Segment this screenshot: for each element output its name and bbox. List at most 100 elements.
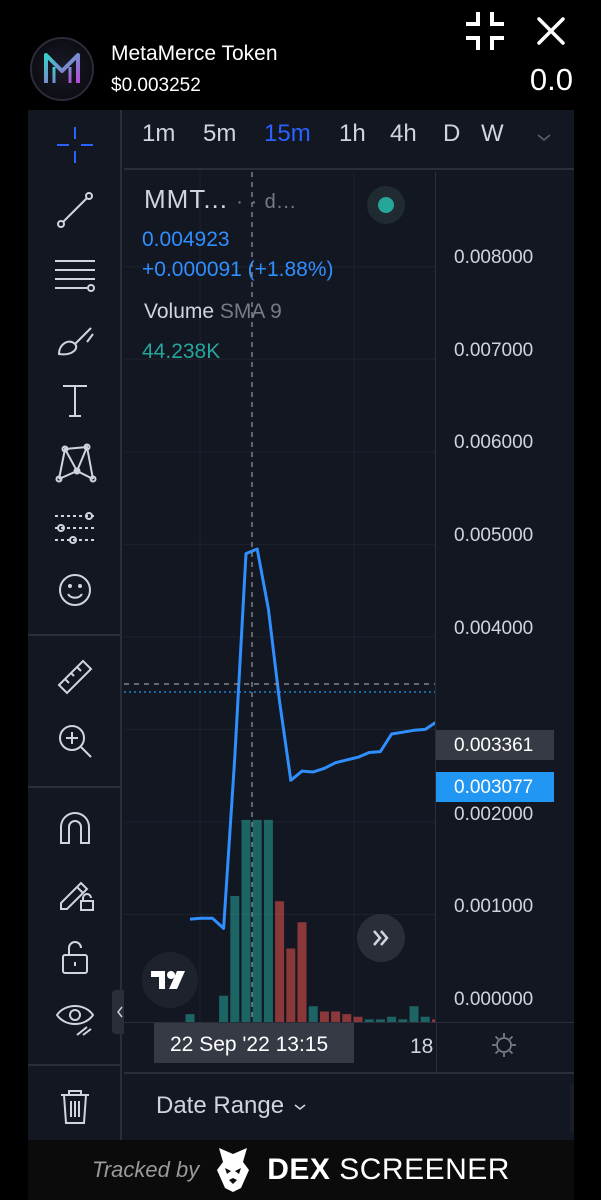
volume-bar [319,1011,329,1022]
chart-widget: 1m 5m 15m 1h 4h D W MMT... · · d... 0.00… [28,110,574,1140]
volume-bar [252,819,262,1022]
collapse-icon [466,12,504,50]
pattern-tool[interactable] [50,438,100,488]
tradingview-logo[interactable] [142,952,198,1008]
header-value: 0.0 [529,62,573,97]
last-price-label: 0.003077 [436,772,554,802]
price-tick: 0.000000 [454,989,534,1010]
market-status-indicator[interactable] [367,186,405,224]
volume-legend: Volume SMA 9 [144,300,282,324]
chart-area: 1m 5m 15m 1h 4h D W MMT... · · d... 0.00… [124,110,574,1140]
symbol-name: MMT... [144,184,228,214]
volume-bar [308,1006,318,1022]
toolbar-divider [28,786,122,788]
brand-bold: DEX [267,1153,331,1186]
interval-1m[interactable]: 1m [142,120,175,148]
chevron-down-icon [537,134,551,141]
horizontal-lines-icon [55,260,95,292]
volume-bar [286,948,296,1022]
ruler-icon [57,659,93,695]
interval-4h[interactable]: 4h [390,120,417,148]
volume-bar [219,995,229,1022]
dexscreener-logo-icon [217,1148,250,1192]
drawing-toolbar [28,110,122,1140]
symbol-suffix: · · d... [236,191,297,213]
price-tick: 0.001000 [454,896,534,917]
date-range-button[interactable]: Date Range [156,1092,309,1120]
lock-drawing-tool[interactable] [50,868,100,918]
brush-icon [57,327,94,356]
legend-price: 0.004923 [142,228,230,251]
pattern-icon [55,443,97,483]
hide-tool[interactable] [50,994,100,1044]
fib-tool[interactable] [50,250,100,300]
scrollbar[interactable] [570,1084,574,1132]
volume-bar [342,1014,352,1022]
magnet-tool[interactable] [50,804,100,854]
lock-all-tool[interactable] [50,932,100,982]
volume-bar [409,1006,419,1022]
crosshair-time-label: 22 Sep '22 13:15 [154,1023,354,1063]
price-line-series [189,547,435,930]
tradingview-icon [151,971,185,989]
metamerce-logo-icon [44,53,80,83]
dexscreener-brand: DEX SCREENER [267,1153,510,1187]
symbol-label: MMT... · · d... [144,184,296,215]
text-tool[interactable] [50,375,100,425]
date-range-label: Date Range [156,1092,285,1119]
token-name: MetaMerce Token [111,42,278,65]
interval-5m[interactable]: 5m [203,120,236,148]
unlock-icon [62,941,88,974]
chart-settings-button[interactable] [490,1031,518,1059]
trend-line-icon [57,192,93,228]
interval-W[interactable]: W [481,120,504,148]
tracked-by-label: Tracked by [92,1157,200,1182]
eye-icon [55,1005,95,1036]
close-icon [537,17,565,45]
intervals-dropdown[interactable] [534,127,554,147]
price-tick: 0.002000 [454,804,534,825]
interval-bar: 1m 5m 15m 1h 4h D W [124,110,574,170]
double-chevron-right-icon [373,930,389,946]
volume-sma-label: SMA 9 [219,300,282,323]
pencil-lock-icon [60,881,94,911]
time-axis[interactable]: 22 Sep '22 13:15 18 [124,1022,574,1073]
price-tick: 0.006000 [454,432,534,453]
ruler-tool[interactable] [50,652,100,702]
volume-label: Volume [144,300,215,323]
trend-line-tool[interactable] [50,185,100,235]
token-logo [30,37,94,101]
brand-rest: SCREENER [339,1153,510,1186]
interval-1h[interactable]: 1h [339,120,366,148]
gear-icon [492,1033,516,1057]
close-button[interactable] [528,8,574,54]
price-tick: 0.007000 [454,340,534,361]
zoom-in-icon [59,725,92,758]
emoji-tool[interactable] [50,565,100,615]
header: MetaMerce Token $0.003252 0.0 [0,0,601,110]
volume-bar [275,901,285,1022]
scroll-to-realtime-button[interactable] [357,914,405,962]
token-price: $0.003252 [111,75,201,96]
price-axis[interactable]: 0.008000 0.007000 0.006000 0.005000 0.00… [436,172,574,1022]
collapse-button[interactable] [460,6,510,56]
brush-tool[interactable] [50,315,100,365]
axis-divider [436,1023,437,1073]
remove-tool[interactable] [50,1082,100,1132]
volume-bar [331,1011,341,1022]
crosshair-tool[interactable] [50,120,100,170]
interval-D[interactable]: D [443,120,460,148]
price-tick: 0.008000 [454,247,534,268]
volume-bar [241,819,251,1022]
magnet-icon [60,812,90,844]
interval-15m[interactable]: 15m [264,120,311,148]
price-tick: 0.005000 [454,525,534,546]
price-plot[interactable]: MMT... · · d... 0.004923 +0.000091 (+1.8… [124,172,436,1022]
forecast-tool[interactable] [50,503,100,553]
footer[interactable]: Tracked by DEX SCREENER [28,1140,574,1200]
volume-bar [230,896,240,1022]
smiley-icon [59,574,91,606]
crosshair-icon [57,127,93,163]
time-tick: 18 [410,1035,434,1058]
zoom-tool[interactable] [50,716,100,766]
